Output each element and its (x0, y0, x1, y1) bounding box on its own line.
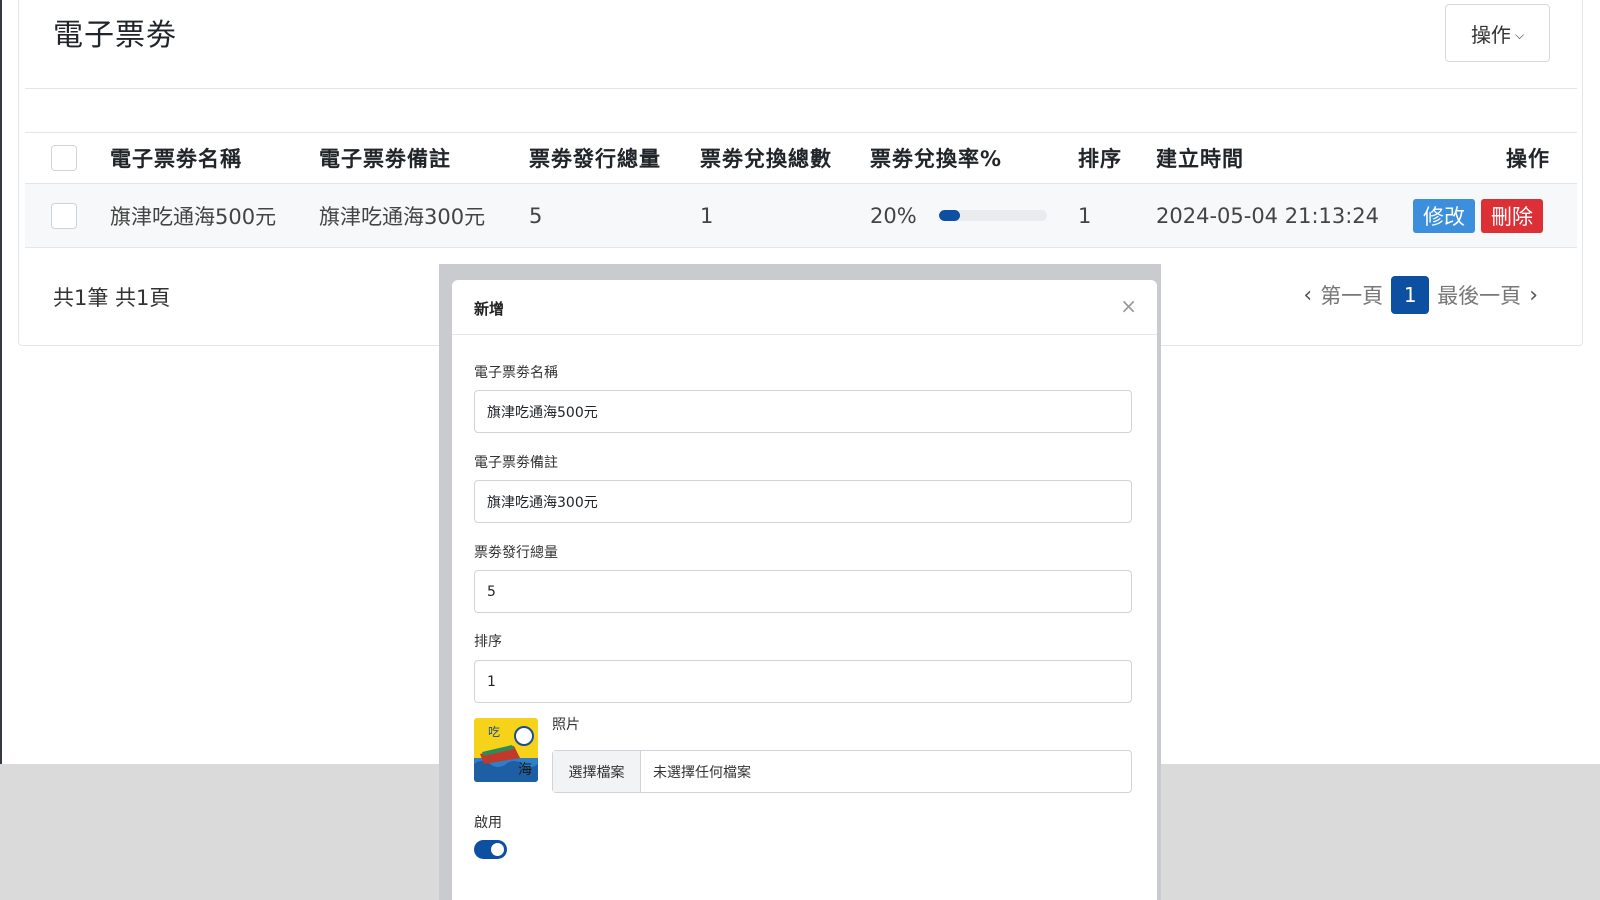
header-sort: 排序 (1078, 147, 1122, 171)
cell-note: 旗津吃通海300元 (319, 204, 486, 229)
pagination: ‹ 第一頁 1 最後一頁 › (1303, 276, 1538, 314)
name-input[interactable]: 旗津吃通海500元 (474, 390, 1132, 433)
chevron-right-icon[interactable]: › (1529, 283, 1538, 308)
svg-text:海: 海 (518, 762, 532, 778)
row-checkbox[interactable] (51, 202, 77, 229)
cell-created: 2024-05-04 21:13:24 (1156, 203, 1380, 228)
ops-dropdown-button[interactable]: 操作 ⌵ (1445, 4, 1550, 62)
cell-redeemed: 1 (700, 203, 714, 228)
page-number-current[interactable]: 1 (1391, 276, 1430, 314)
header-rate: 票劵兌換率% (870, 147, 1003, 171)
redeem-rate-progress-fill (938, 210, 961, 221)
modal-title: 新增 (474, 300, 505, 318)
chevron-down-icon: ⌵ (1514, 27, 1525, 42)
file-status-text: 未選擇任何檔案 (653, 764, 751, 781)
header-name: 電子票劵名稱 (110, 147, 242, 171)
table-header: 電子票劵名稱 電子票劵備註 票劵發行總量 票劵兌換總數 票劵兌換率% 排序 建立… (25, 132, 1577, 184)
modal-header: 新增 × (452, 280, 1157, 335)
divider (25, 88, 1577, 89)
photo-file-input[interactable]: 選擇檔案 未選擇任何檔案 (552, 750, 1132, 793)
header-redeemed: 票劵兌換總數 (700, 147, 832, 171)
delete-button[interactable]: 刪除 (1481, 198, 1543, 233)
enabled-toggle[interactable] (474, 840, 507, 859)
toggle-knob (491, 843, 504, 856)
cell-rate-text: 20% (870, 203, 917, 228)
ops-dropdown-label: 操作 (1470, 22, 1511, 47)
cell-issued: 5 (529, 203, 543, 228)
header-actions: 操作 (1506, 147, 1550, 171)
add-ticket-modal: 新增 × 電子票劵名稱 旗津吃通海500元 電子票劵備註 旗津吃通海300元 票… (452, 280, 1157, 900)
first-page-link[interactable]: 第一頁 (1320, 280, 1383, 310)
issued-input[interactable]: 5 (474, 570, 1132, 613)
svg-text:吃: 吃 (488, 725, 500, 739)
table-row: 旗津吃通海500元 旗津吃通海300元 5 1 20% 1 2024-05-04… (25, 184, 1577, 248)
header-note: 電子票劵備註 (319, 147, 451, 171)
chevron-left-icon[interactable]: ‹ (1303, 283, 1312, 308)
last-page-link[interactable]: 最後一頁 (1437, 280, 1521, 310)
cell-name: 旗津吃通海500元 (110, 204, 277, 229)
ticket-photo-thumbnail: 吃 海 (474, 718, 538, 782)
enabled-label: 啟用 (474, 815, 502, 831)
page-title: 電子票劵 (53, 18, 177, 53)
sort-input[interactable]: 1 (474, 660, 1132, 703)
sort-label: 排序 (474, 634, 502, 650)
redeem-rate-progress (938, 210, 1047, 221)
note-input[interactable]: 旗津吃通海300元 (474, 480, 1132, 523)
issued-label: 票劵發行總量 (474, 545, 558, 561)
header-created: 建立時間 (1156, 147, 1244, 171)
edit-button[interactable]: 修改 (1413, 198, 1475, 233)
name-label: 電子票劵名稱 (474, 365, 558, 381)
photo-label: 照片 (552, 717, 580, 733)
note-label: 電子票劵備註 (474, 455, 558, 471)
cell-sort: 1 (1078, 203, 1092, 228)
header-issued: 票劵發行總量 (529, 147, 661, 171)
close-icon[interactable]: × (1120, 294, 1137, 318)
record-summary: 共1筆 共1頁 (53, 286, 171, 310)
choose-file-button[interactable]: 選擇檔案 (553, 751, 641, 792)
select-all-checkbox[interactable] (51, 145, 77, 171)
